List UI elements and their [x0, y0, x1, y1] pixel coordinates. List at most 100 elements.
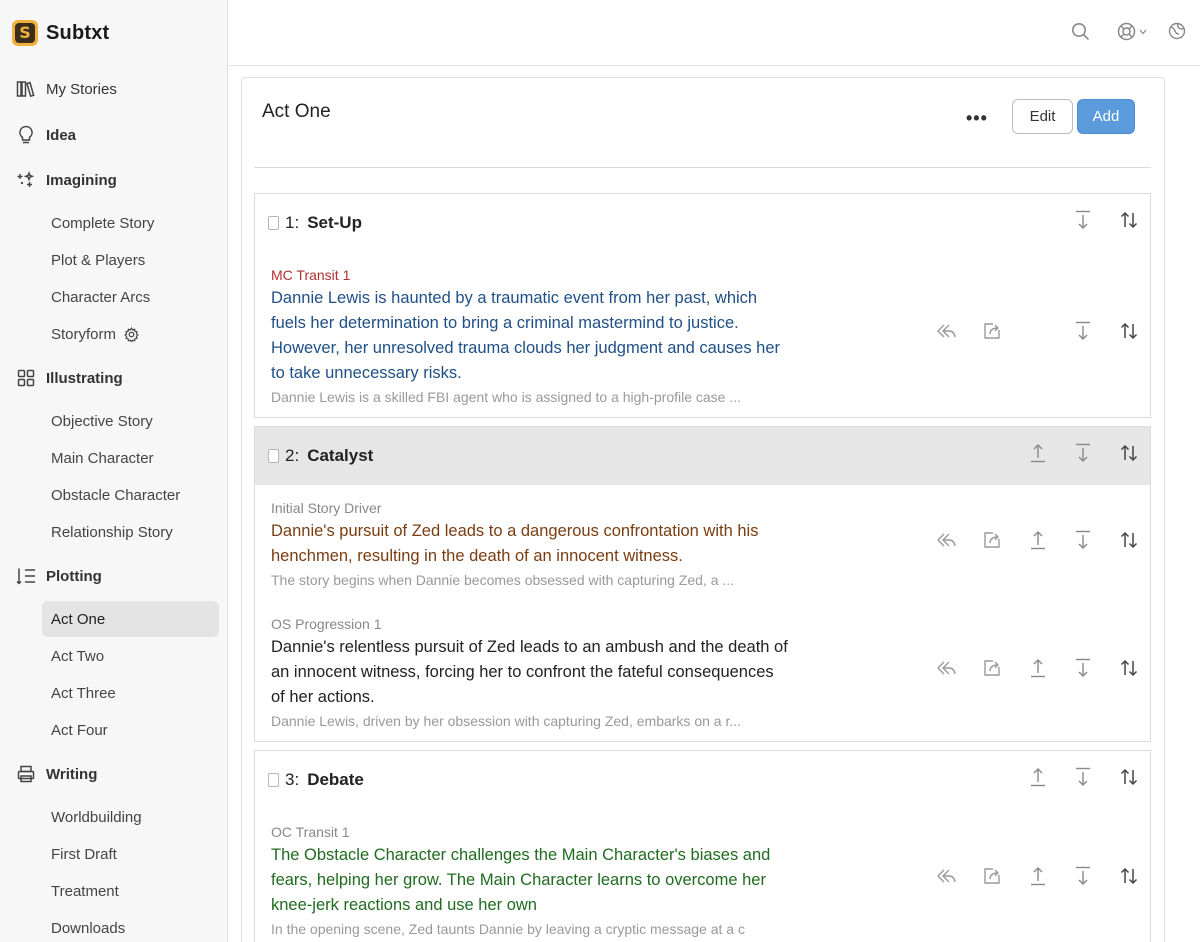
chevron-down-icon — [1139, 29, 1147, 35]
top-bar — [228, 0, 1200, 66]
move-down-icon[interactable] — [1072, 209, 1094, 231]
sidebar-item-idea[interactable]: Idea — [16, 125, 76, 145]
sidebar-item-treatment[interactable]: Treatment — [42, 873, 219, 909]
sequence-checkbox[interactable] — [268, 216, 279, 230]
sidebar-item-label: Plot & Players — [51, 251, 146, 269]
reply-icon[interactable] — [935, 529, 957, 551]
sidebar-item-complete-story[interactable]: Complete Story — [42, 205, 219, 241]
sequence-number: 2: — [285, 446, 300, 465]
sidebar-item-label: Relationship Story — [51, 523, 173, 541]
sidebar-item-label: Main Character — [51, 449, 154, 467]
export-icon[interactable] — [981, 865, 1003, 887]
sequence-checkbox[interactable] — [268, 773, 279, 787]
books-icon — [16, 79, 36, 99]
add-button[interactable]: Add — [1077, 99, 1135, 134]
edit-button[interactable]: Edit — [1012, 99, 1073, 134]
beat-item[interactable]: Initial Story Driver Dannie's pursuit of… — [271, 499, 791, 589]
beat-label: MC Transit 1 — [271, 267, 351, 283]
sidebar-item-my-stories[interactable]: My Stories — [16, 79, 117, 99]
beat-item[interactable]: MC Transit 1 Dannie Lewis is haunted by … — [271, 266, 791, 406]
sidebar-item-main-character[interactable]: Main Character — [42, 440, 219, 476]
sidebar-item-worldbuilding[interactable]: Worldbuilding — [42, 799, 219, 835]
sidebar-item-objective-story[interactable]: Objective Story — [42, 403, 219, 439]
move-down-icon[interactable] — [1072, 865, 1094, 887]
export-icon[interactable] — [981, 529, 1003, 551]
sidebar-item-act-two[interactable]: Act Two — [42, 638, 219, 674]
list-ordered-icon — [16, 566, 36, 586]
sequence-header: 2: Catalyst — [268, 446, 373, 466]
sidebar-item-downloads[interactable]: Downloads — [42, 910, 219, 942]
beat-summary: The story begins when Dannie becomes obs… — [271, 572, 735, 588]
move-up-icon[interactable] — [1027, 865, 1049, 887]
reorder-icon[interactable] — [1118, 766, 1140, 788]
sidebar-item-illustrating[interactable]: Illustrating — [16, 368, 123, 388]
sidebar-item-relationship-story[interactable]: Relationship Story — [42, 514, 219, 550]
move-up-icon[interactable] — [1027, 529, 1049, 551]
move-up-icon[interactable] — [1027, 766, 1049, 788]
beat-text: The Obstacle Character challenges the Ma… — [271, 846, 771, 914]
reorder-icon[interactable] — [1118, 442, 1140, 464]
beat-item[interactable]: OS Progression 1 Dannie's relentless pur… — [271, 615, 791, 730]
beat-item[interactable]: OC Transit 1 The Obstacle Character chal… — [271, 823, 791, 938]
globe-icon[interactable] — [1168, 22, 1186, 40]
reorder-icon[interactable] — [1118, 529, 1140, 551]
search-icon[interactable] — [1071, 22, 1090, 41]
divider — [254, 167, 1151, 168]
sidebar-item-plot-players[interactable]: Plot & Players — [42, 242, 219, 278]
move-down-icon[interactable] — [1072, 529, 1094, 551]
sidebar-item-obstacle-character[interactable]: Obstacle Character — [42, 477, 219, 513]
lightbulb-icon — [16, 125, 36, 145]
brand[interactable]: S Subtxt — [12, 20, 109, 46]
move-down-icon[interactable] — [1072, 442, 1094, 464]
sidebar-item-label: Imagining — [46, 171, 117, 189]
page-title: Act One — [262, 101, 331, 122]
sidebar-item-label: Obstacle Character — [51, 486, 181, 504]
sidebar-item-label: First Draft — [51, 845, 117, 863]
more-options-button[interactable]: ••• — [966, 108, 988, 129]
sidebar-item-label: Plotting — [46, 567, 102, 585]
reply-icon[interactable] — [935, 657, 957, 679]
app-logo-icon: S — [12, 20, 38, 46]
reorder-icon[interactable] — [1118, 209, 1140, 231]
beat-label: OS Progression 1 — [271, 616, 382, 632]
sidebar-item-label: Character Arcs — [51, 288, 151, 306]
storyform-gear-icon — [124, 326, 139, 342]
sequence-number: 3: — [285, 770, 300, 789]
sidebar-item-storyform[interactable]: Storyform — [42, 316, 219, 352]
beat-text: Dannie Lewis is haunted by a traumatic e… — [271, 289, 781, 382]
sidebar-item-plotting[interactable]: Plotting — [16, 566, 102, 586]
printer-icon — [16, 764, 36, 784]
sidebar-item-act-three[interactable]: Act Three — [42, 675, 219, 711]
sidebar-item-writing[interactable]: Writing — [16, 764, 97, 784]
sidebar-item-label: Act Two — [51, 647, 105, 665]
beat-label: Initial Story Driver — [271, 500, 382, 516]
move-down-icon[interactable] — [1072, 320, 1094, 342]
reorder-icon[interactable] — [1118, 320, 1140, 342]
sidebar-item-act-four[interactable]: Act Four — [42, 712, 219, 748]
export-icon[interactable] — [981, 320, 1003, 342]
reorder-icon[interactable] — [1118, 865, 1140, 887]
sidebar-item-label: Complete Story — [51, 214, 155, 232]
sidebar-item-imagining[interactable]: Imagining — [16, 170, 117, 190]
sidebar-item-character-arcs[interactable]: Character Arcs — [42, 279, 219, 315]
sidebar-item-label: Act Three — [51, 684, 116, 702]
sidebar-item-label: Writing — [46, 765, 98, 783]
reorder-icon[interactable] — [1118, 657, 1140, 679]
sidebar-item-first-draft[interactable]: First Draft — [42, 836, 219, 872]
move-up-icon[interactable] — [1027, 657, 1049, 679]
sidebar-item-act-one[interactable]: Act One — [42, 601, 219, 637]
move-down-icon[interactable] — [1072, 657, 1094, 679]
beat-text: Dannie's relentless pursuit of Zed leads… — [271, 638, 788, 706]
grid-icon — [16, 368, 36, 388]
sequence-checkbox[interactable] — [268, 449, 279, 463]
sequence-name: Set-Up — [307, 213, 362, 232]
move-up-icon[interactable] — [1027, 442, 1049, 464]
beat-summary: Dannie Lewis is a skilled FBI agent who … — [271, 389, 742, 405]
account-menu-button[interactable] — [1117, 22, 1147, 41]
sequence-header: 3: Debate — [268, 770, 364, 790]
reply-icon[interactable] — [935, 320, 957, 342]
move-down-icon[interactable] — [1072, 766, 1094, 788]
export-icon[interactable] — [981, 657, 1003, 679]
sidebar-item-label: Treatment — [51, 882, 119, 900]
reply-icon[interactable] — [935, 865, 957, 887]
